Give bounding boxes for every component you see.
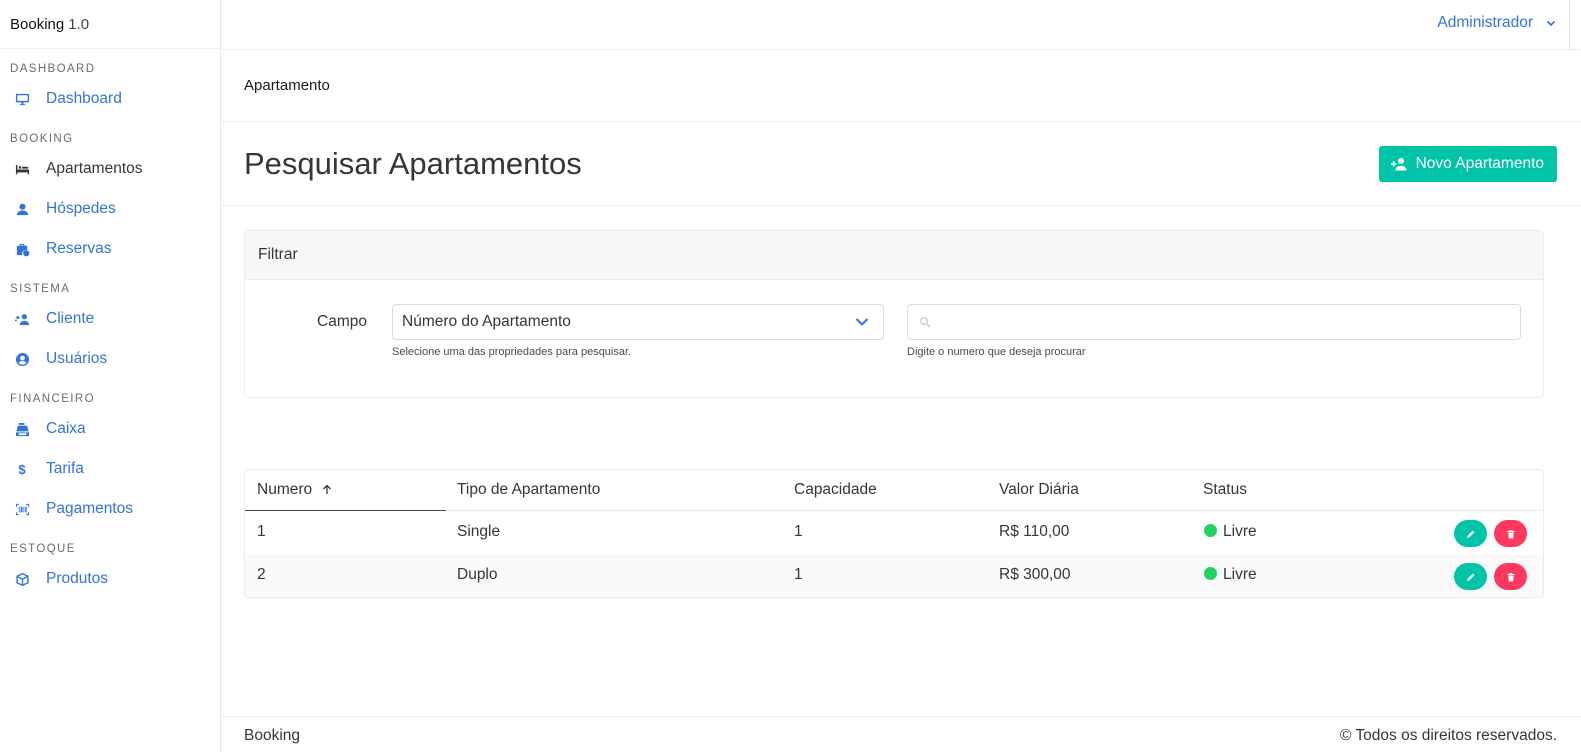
column-header-capacidade[interactable]: Capacidade (794, 481, 877, 499)
cell-capacidade: 1 (794, 523, 803, 540)
apartments-table: Numero Tipo de Apartamento Capacidade Va… (244, 469, 1544, 598)
delete-button[interactable] (1494, 520, 1527, 547)
cell-tipo: Single (457, 523, 501, 540)
search-field[interactable] (907, 304, 1521, 340)
bed-icon (14, 161, 30, 177)
chevron-down-icon (855, 318, 869, 326)
divider (1569, 0, 1570, 50)
sidebar-item-caixa[interactable]: Caixa (0, 409, 220, 449)
brand-name: Booking (10, 15, 65, 33)
sort-arrow-up-icon (323, 484, 332, 494)
sidebar-item-tarifa[interactable]: $ Tarifa (0, 449, 220, 489)
edit-icon (1466, 530, 1474, 538)
brand[interactable]: Booking 1.0 (0, 0, 220, 49)
menu-label-estoque: ESTOQUE (10, 543, 76, 555)
cell-capacidade: 1 (794, 566, 803, 583)
sidebar-item-produtos[interactable]: Produtos (0, 559, 220, 599)
edit-button[interactable] (1454, 520, 1487, 547)
cell-valor: R$ 300,00 (999, 566, 1071, 583)
menu-label-booking: BOOKING (10, 133, 74, 145)
topbar: Administrador (221, 0, 1581, 50)
field-select-value: Número do Apartamento (402, 313, 571, 330)
field-select[interactable]: Número do Apartamento (392, 304, 884, 340)
status-dot (1204, 524, 1217, 537)
sidebar-item-hospedes[interactable]: Hóspedes (0, 189, 220, 229)
edit-button[interactable] (1454, 563, 1487, 590)
sidebar-item-label: Usuários (46, 350, 108, 367)
cell-valor: R$ 110,00 (999, 523, 1070, 540)
sidebar-item-usuarios[interactable]: Usuários (0, 339, 220, 379)
select-help-text: Selecione uma das propriedades para pesq… (392, 346, 632, 358)
column-header-status[interactable]: Status (1203, 481, 1247, 499)
sidebar-item-dashboard[interactable]: Dashboard (0, 79, 220, 119)
sidebar-item-label: Apartamentos (46, 160, 143, 177)
table-row[interactable]: 1 Single 1 R$ 110,00 Livre (245, 511, 1543, 554)
menu-label-dashboard: DASHBOARD (10, 63, 96, 75)
footer: Booking © Todos os direitos reservados. (221, 716, 1581, 752)
sidebar-item-label: Produtos (46, 570, 109, 587)
column-header-label: Numero (257, 481, 313, 498)
box-icon (14, 571, 30, 587)
status-label: Livre (1223, 566, 1257, 583)
footer-brand: Booking (244, 727, 301, 744)
footer-copyright: © Todos os direitos reservados. (1339, 727, 1557, 744)
sidebar-item-pagamentos[interactable]: Pagamentos (0, 489, 220, 529)
menu-label-financeiro: FINANCEIRO (10, 393, 95, 405)
cash-register-icon (14, 421, 30, 437)
user-menu[interactable]: Administrador (1437, 14, 1557, 32)
suitcase-clock-icon (14, 241, 30, 257)
filter-title: Filtrar (245, 231, 1543, 280)
cell-numero: 1 (257, 523, 266, 540)
status-dot (1204, 567, 1217, 580)
monitor-icon (14, 91, 30, 107)
brand-version: 1.0 (68, 15, 90, 33)
trash-icon (1507, 529, 1514, 538)
cell-status: Livre (1204, 566, 1257, 584)
cell-tipo: Duplo (457, 566, 498, 583)
user-plus-icon (1390, 158, 1407, 171)
sidebar-item-reservas[interactable]: Reservas (0, 229, 220, 269)
cell-numero: 2 (257, 566, 266, 583)
table-row[interactable]: 2 Duplo 1 R$ 300,00 Livre (245, 554, 1543, 597)
column-header-tipo[interactable]: Tipo de Apartamento (457, 481, 600, 499)
menu-label-sistema: SISTEMA (10, 283, 71, 295)
sidebar: Booking 1.0 DASHBOARD Dashboard BOOKING … (0, 0, 221, 752)
search-help-text: Digite o numero que deseja procurar (907, 346, 1086, 358)
search-icon (919, 316, 931, 328)
sidebar-item-apartamentos[interactable]: Apartamentos (0, 149, 220, 189)
breadcrumb: Apartamento (221, 50, 1581, 122)
user-circle-icon (14, 351, 30, 367)
status-label: Livre (1223, 523, 1257, 540)
user-icon (14, 201, 30, 217)
page-header: Pesquisar Apartamentos Novo Apartamento (221, 122, 1581, 206)
sidebar-item-label: Dashboard (46, 90, 122, 107)
delete-button[interactable] (1494, 563, 1527, 590)
sidebar-item-cliente[interactable]: Cliente (0, 299, 220, 339)
edit-icon (1466, 573, 1474, 581)
user-name: Administrador (1437, 14, 1533, 31)
users-icon (14, 311, 30, 327)
table-header: Numero Tipo de Apartamento Capacidade Va… (245, 470, 1543, 511)
chevron-down-icon (1546, 20, 1556, 27)
filter-card: Filtrar Campo Número do Apartamento Sele… (244, 230, 1544, 398)
column-header-valor[interactable]: Valor Diária (999, 481, 1079, 499)
barcode-icon (14, 501, 30, 517)
new-apartment-label: Novo Apartamento (1415, 155, 1544, 172)
search-input[interactable] (942, 305, 1512, 339)
page-title: Pesquisar Apartamentos (244, 146, 582, 181)
sidebar-item-label: Pagamentos (46, 500, 134, 517)
sidebar-item-label: Reservas (46, 240, 112, 257)
trash-icon (1507, 572, 1514, 581)
column-header-numero[interactable]: Numero (257, 481, 332, 499)
field-label: Campo (317, 313, 367, 330)
breadcrumb-item[interactable]: Apartamento (244, 77, 330, 94)
dollar-icon: $ (18, 461, 26, 477)
sidebar-item-label: Cliente (46, 310, 95, 327)
sidebar-item-label: Tarifa (46, 460, 84, 477)
sidebar-item-label: Hóspedes (46, 200, 116, 217)
new-apartment-button[interactable]: Novo Apartamento (1378, 146, 1557, 182)
cell-status: Livre (1204, 523, 1257, 541)
sidebar-item-label: Caixa (46, 420, 86, 437)
